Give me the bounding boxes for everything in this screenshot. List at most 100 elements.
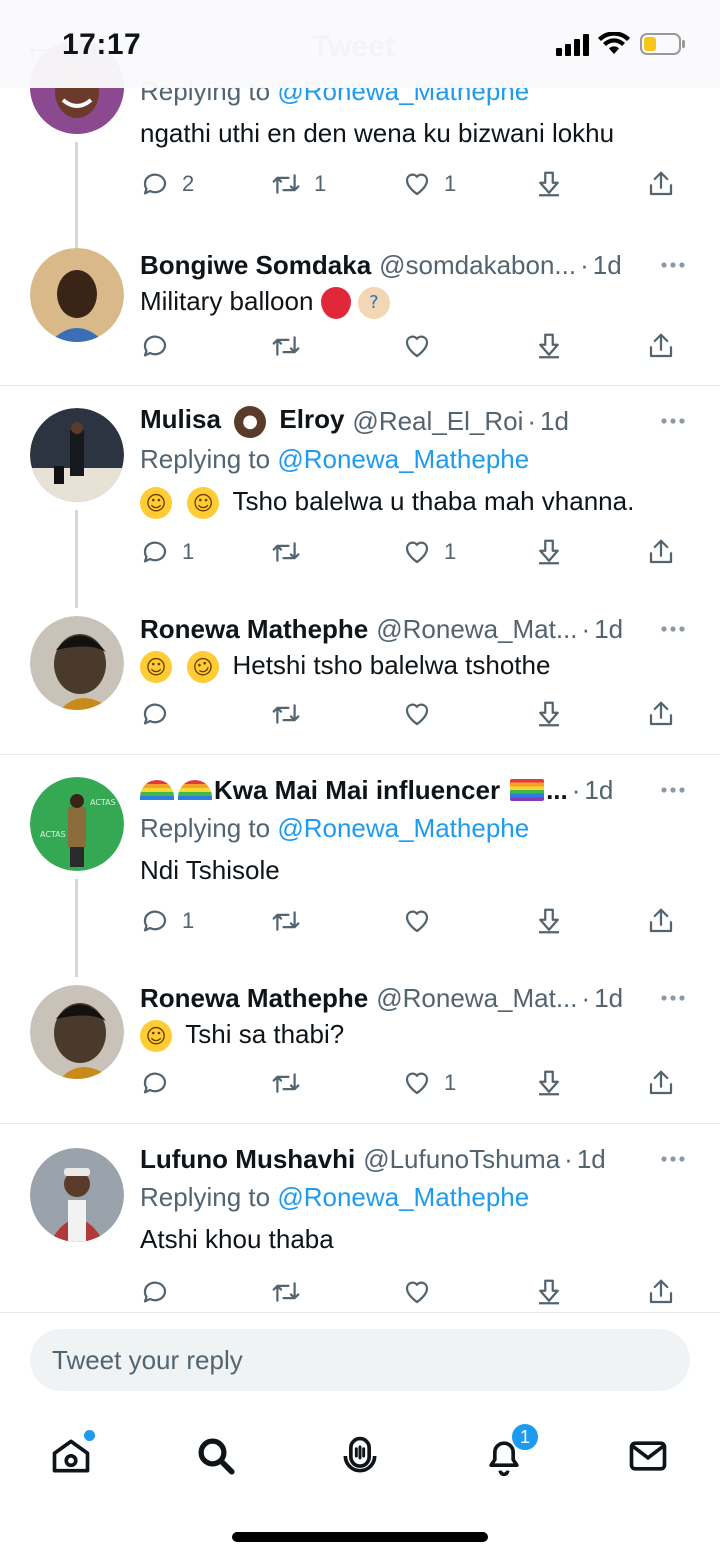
home-indicator[interactable] — [232, 1532, 488, 1542]
author-name[interactable]: Lufuno Mushavhi — [140, 1144, 355, 1175]
share-button[interactable] — [646, 1272, 676, 1312]
heart-icon — [405, 335, 429, 358]
download-icon — [539, 333, 559, 359]
reply-button[interactable] — [140, 326, 182, 366]
tab-home[interactable] — [43, 1428, 99, 1484]
save-button[interactable] — [534, 532, 564, 572]
more-icon — [661, 626, 685, 632]
save-button[interactable] — [534, 694, 564, 734]
author-name[interactable]: Kwa Mai Mai influencer — [214, 775, 500, 806]
retweet-button[interactable] — [270, 694, 302, 734]
author-handle[interactable]: @somdakabon... — [379, 250, 576, 281]
thread-line — [75, 510, 78, 608]
rainbow-emoji — [140, 780, 174, 800]
svg-text:ACTAS: ACTAS — [40, 830, 66, 839]
author-handle[interactable]: @LufunoTshuma — [363, 1144, 560, 1175]
like-button[interactable]: 1 — [402, 532, 456, 572]
reply-button[interactable]: 1 — [140, 901, 194, 941]
like-button[interactable] — [402, 1272, 432, 1312]
replying-to: Replying to @Ronewa_Mathephe — [140, 444, 530, 474]
reply-button[interactable]: 1 — [140, 532, 194, 572]
author-handle[interactable]: @Ronewa_Mat... — [376, 614, 577, 645]
like-button[interactable] — [402, 694, 432, 734]
save-button[interactable] — [534, 326, 564, 366]
back-arrow-icon[interactable]: ← — [24, 30, 52, 62]
retweet-button[interactable] — [270, 1063, 302, 1103]
share-button[interactable] — [646, 532, 676, 572]
reply-icon — [143, 703, 167, 725]
author-name[interactable]: Mulisa ● Elroy — [140, 404, 344, 438]
retweet-button[interactable]: 1 — [270, 164, 326, 204]
more-options-button[interactable] — [660, 1140, 686, 1178]
reply-button[interactable]: 2 — [140, 164, 194, 204]
tweet-text-row: ☺ ☺ Tsho balelwa u thaba mah vhanna. — [140, 484, 690, 520]
author-handle[interactable]: @Real_El_Roi — [352, 406, 523, 437]
share-button[interactable] — [646, 1063, 676, 1103]
tweet-text-row: ☺ ☺ Hetshi tsho balelwa tshothe — [140, 646, 690, 688]
avatar[interactable] — [30, 985, 124, 1079]
share-button[interactable] — [646, 326, 676, 366]
avatar[interactable] — [30, 616, 124, 710]
download-icon — [539, 1279, 559, 1305]
spaces-microphone-icon — [343, 1436, 377, 1473]
like-button[interactable] — [402, 326, 432, 366]
share-button[interactable] — [646, 901, 676, 941]
save-button[interactable] — [534, 164, 564, 204]
search-icon — [198, 1438, 235, 1475]
retweet-button[interactable] — [270, 901, 302, 941]
like-button[interactable]: 1 — [402, 164, 456, 204]
reply-button[interactable] — [140, 1063, 170, 1103]
author-name[interactable]: Ronewa Mathephe — [140, 614, 368, 645]
save-button[interactable] — [534, 1063, 564, 1103]
mention-link[interactable]: @Ronewa_Mathephe — [277, 1182, 529, 1212]
retweet-button[interactable] — [270, 326, 302, 366]
author-handle[interactable]: @Ronewa_Mat... — [376, 983, 577, 1014]
tweet-text: Atshi khou thaba — [140, 1224, 334, 1254]
cellular-signal-icon — [556, 34, 589, 56]
page-title: Tweet — [312, 30, 395, 63]
tweet-text: Ndi Tshisole — [140, 855, 280, 885]
more-options-button[interactable] — [660, 402, 686, 440]
more-options-button[interactable] — [660, 246, 686, 284]
more-options-button[interactable] — [660, 771, 686, 809]
author-name[interactable]: Ronewa Mathephe — [140, 983, 368, 1014]
tweet-text: Military balloon — [140, 286, 314, 316]
tweet-time: 1d — [594, 982, 624, 1013]
reply-button[interactable] — [140, 1272, 170, 1312]
retweet-button[interactable] — [270, 532, 302, 572]
save-button[interactable] — [534, 901, 564, 941]
divider — [0, 1123, 720, 1124]
save-button[interactable] — [534, 1272, 564, 1312]
mention-link[interactable]: @Ronewa_Mathephe — [277, 813, 529, 843]
balloon-emoji — [320, 287, 351, 320]
like-count: 1 — [444, 539, 457, 564]
more-options-button[interactable] — [660, 610, 686, 648]
tab-spaces[interactable] — [332, 1428, 388, 1484]
tweet-reply-input[interactable] — [30, 1329, 690, 1391]
avatar[interactable]: ACTAS ACTAS — [30, 777, 124, 871]
avatar[interactable] — [30, 248, 124, 342]
more-icon — [661, 418, 685, 424]
more-options-button[interactable] — [660, 979, 686, 1017]
like-button[interactable] — [402, 901, 432, 941]
retweet-button[interactable] — [270, 1272, 302, 1312]
reply-button[interactable] — [140, 694, 170, 734]
tab-notifications[interactable]: 1 — [476, 1422, 540, 1484]
share-button[interactable] — [646, 694, 676, 734]
tab-search[interactable] — [188, 1428, 244, 1484]
avatar[interactable] — [30, 1148, 124, 1242]
heart-icon — [405, 1281, 429, 1304]
laughing-emoji: ☺ — [140, 487, 172, 520]
reply-icon — [143, 910, 167, 932]
tab-messages[interactable] — [620, 1428, 676, 1484]
like-button[interactable]: 1 — [402, 1063, 456, 1103]
avatar[interactable] — [30, 408, 124, 502]
replying-to: Replying to @Ronewa_Mathephe — [140, 813, 530, 843]
tweet-text: Tsho balelwa u thaba mah vhanna. — [232, 486, 635, 516]
share-button[interactable] — [646, 164, 676, 204]
share-icon — [649, 539, 673, 564]
heart-icon — [405, 541, 429, 564]
tweet-text: ngathi uthi en den wena ku bizwani lokhu — [140, 118, 615, 148]
author-name[interactable]: Bongiwe Somdaka — [140, 250, 371, 281]
mention-link[interactable]: @Ronewa_Mathephe — [277, 444, 529, 474]
